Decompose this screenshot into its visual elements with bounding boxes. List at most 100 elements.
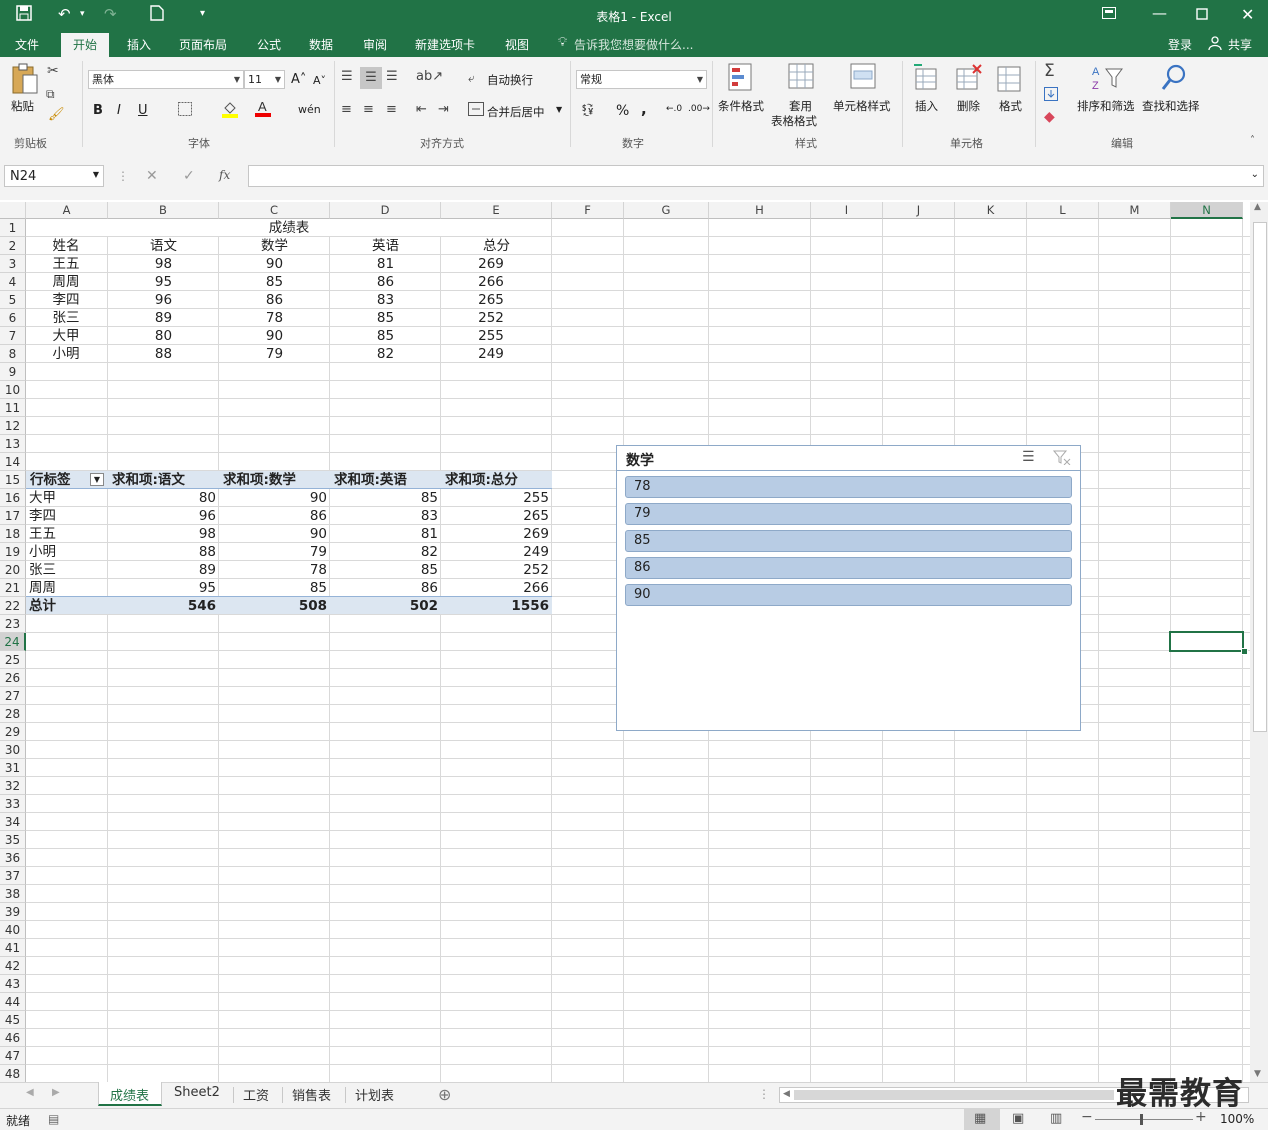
pivot-cell[interactable]: 255 <box>441 489 549 507</box>
table-cell[interactable]: 249 <box>441 345 541 363</box>
column-header[interactable]: M <box>1099 202 1171 219</box>
zoom-out-icon[interactable]: − <box>1081 1109 1093 1125</box>
table-cell[interactable]: 周周 <box>26 273 106 291</box>
pivot-cell[interactable]: 83 <box>330 507 438 525</box>
add-sheet-icon[interactable]: ⊕ <box>438 1085 451 1104</box>
pivot-cell[interactable]: 85 <box>219 579 327 597</box>
table-cell[interactable]: 252 <box>441 309 541 327</box>
column-header[interactable]: I <box>811 202 883 219</box>
increase-indent-icon[interactable]: ⇥ <box>438 102 449 117</box>
align-center-icon[interactable]: ≡ <box>363 102 374 117</box>
sheet-tab[interactable]: 销售表 <box>292 1085 331 1104</box>
column-header[interactable]: K <box>955 202 1027 219</box>
table-cell[interactable]: 张三 <box>26 309 106 327</box>
table-cell[interactable]: 90 <box>219 327 330 345</box>
slicer-math[interactable]: 数学 ☰ 78 79 85 86 90 <box>616 445 1081 731</box>
row-header[interactable]: 20 <box>0 561 26 579</box>
find-select-icon[interactable] <box>1160 63 1188 97</box>
row-header[interactable]: 38 <box>0 885 26 903</box>
table-cell[interactable]: 79 <box>219 345 330 363</box>
row-header[interactable]: 27 <box>0 687 26 705</box>
pivot-cell[interactable]: 小明 <box>29 543 108 561</box>
pivot-cell[interactable]: 252 <box>441 561 549 579</box>
row-header[interactable]: 23 <box>0 615 26 633</box>
number-format-select[interactable]: 常规 ▼ <box>576 70 707 89</box>
pivot-cell[interactable]: 90 <box>219 525 327 543</box>
zoom-slider[interactable] <box>1095 1119 1193 1120</box>
scroll-left-icon[interactable]: ◀ <box>783 1089 790 1099</box>
column-header[interactable]: B <box>108 202 219 219</box>
row-header[interactable]: 22 <box>0 597 26 615</box>
pivot-cell[interactable]: 266 <box>441 579 549 597</box>
select-all-corner[interactable] <box>0 202 26 219</box>
pivot-cell[interactable]: 80 <box>108 489 216 507</box>
tab-home[interactable]: 开始 <box>61 33 110 57</box>
row-header[interactable]: 3 <box>0 255 26 273</box>
column-header[interactable]: E <box>441 202 552 219</box>
sheet-tab[interactable]: 计划表 <box>355 1085 394 1104</box>
format-table-icon[interactable] <box>788 63 816 97</box>
fill-down-icon[interactable] <box>1044 87 1058 105</box>
row-header[interactable]: 28 <box>0 705 26 723</box>
cancel-icon[interactable]: ✕ <box>146 168 158 184</box>
pivot-cell[interactable]: 82 <box>330 543 438 561</box>
insert-cells-icon[interactable] <box>912 63 940 97</box>
fill-handle[interactable] <box>1241 648 1248 655</box>
table-cell[interactable]: 86 <box>219 291 330 309</box>
pivot-total-cell[interactable]: 总计 <box>29 597 108 615</box>
table-cell[interactable]: 85 <box>330 327 441 345</box>
pivot-cell[interactable]: 96 <box>108 507 216 525</box>
selected-cell[interactable] <box>1169 631 1244 652</box>
row-header[interactable]: 47 <box>0 1047 26 1065</box>
row-header[interactable]: 1 <box>0 219 26 237</box>
pivot-cell[interactable]: 86 <box>219 507 327 525</box>
row-header[interactable]: 18 <box>0 525 26 543</box>
pivot-total-cell[interactable]: 546 <box>108 597 216 615</box>
share-button[interactable]: 共享 <box>1228 36 1252 53</box>
sheet-tab[interactable]: Sheet2 <box>174 1085 220 1100</box>
row-header[interactable]: 14 <box>0 453 26 471</box>
zoom-level[interactable]: 100% <box>1220 1112 1254 1126</box>
align-left-icon[interactable]: ≡ <box>341 102 352 117</box>
row-header[interactable]: 48 <box>0 1065 26 1082</box>
bold-button[interactable]: B <box>93 103 103 118</box>
pivot-header-cell[interactable]: 求和项:数学 <box>223 471 330 489</box>
find-select-button[interactable]: 查找和选择 <box>1142 98 1200 114</box>
align-top-icon[interactable]: ☰ <box>341 69 353 84</box>
name-box[interactable]: N24 ▼ <box>4 165 104 187</box>
normal-view-icon[interactable]: ▦ <box>974 1111 986 1126</box>
tab-data[interactable]: 数据 <box>309 36 333 53</box>
format-table-button[interactable]: 表格格式 <box>771 113 817 129</box>
collapse-ribbon-icon[interactable]: ˄ <box>1250 135 1255 146</box>
pivot-cell[interactable]: 88 <box>108 543 216 561</box>
conditional-format-button[interactable]: 条件格式 <box>718 98 764 114</box>
shrink-font-icon[interactable]: A˅ <box>313 74 326 87</box>
vertical-scrollbar[interactable]: ▲ ▼ <box>1250 202 1268 1082</box>
column-header[interactable]: G <box>624 202 709 219</box>
pivot-cell[interactable]: 李四 <box>29 507 108 525</box>
next-sheet-icon[interactable]: ▶ <box>52 1087 60 1098</box>
table-cell[interactable]: 80 <box>108 327 219 345</box>
table-cell[interactable]: 95 <box>108 273 219 291</box>
column-header[interactable]: J <box>883 202 955 219</box>
column-header[interactable]: F <box>552 202 624 219</box>
font-color-icon[interactable]: A <box>255 99 271 121</box>
column-header[interactable]: H <box>709 202 811 219</box>
row-header[interactable]: 21 <box>0 579 26 597</box>
login-link[interactable]: 登录 <box>1168 36 1192 53</box>
table-cell[interactable]: 269 <box>441 255 541 273</box>
page-break-view-icon[interactable]: ▥ <box>1050 1111 1062 1126</box>
italic-button[interactable]: I <box>117 103 121 118</box>
pivot-cell[interactable]: 81 <box>330 525 438 543</box>
tab-review[interactable]: 审阅 <box>363 36 387 53</box>
increase-decimal-icon[interactable]: ←.0 <box>666 104 682 114</box>
prev-sheet-icon[interactable]: ◀ <box>26 1087 34 1098</box>
table-cell[interactable]: 98 <box>108 255 219 273</box>
row-header[interactable]: 26 <box>0 669 26 687</box>
pivot-cell[interactable]: 张三 <box>29 561 108 579</box>
pivot-cell[interactable]: 周周 <box>29 579 108 597</box>
wrap-text-icon[interactable]: ⤶ <box>468 71 475 86</box>
tab-file[interactable]: 文件 <box>15 36 39 53</box>
slicer-item[interactable]: 85 <box>625 530 1072 552</box>
slicer-item[interactable]: 86 <box>625 557 1072 579</box>
